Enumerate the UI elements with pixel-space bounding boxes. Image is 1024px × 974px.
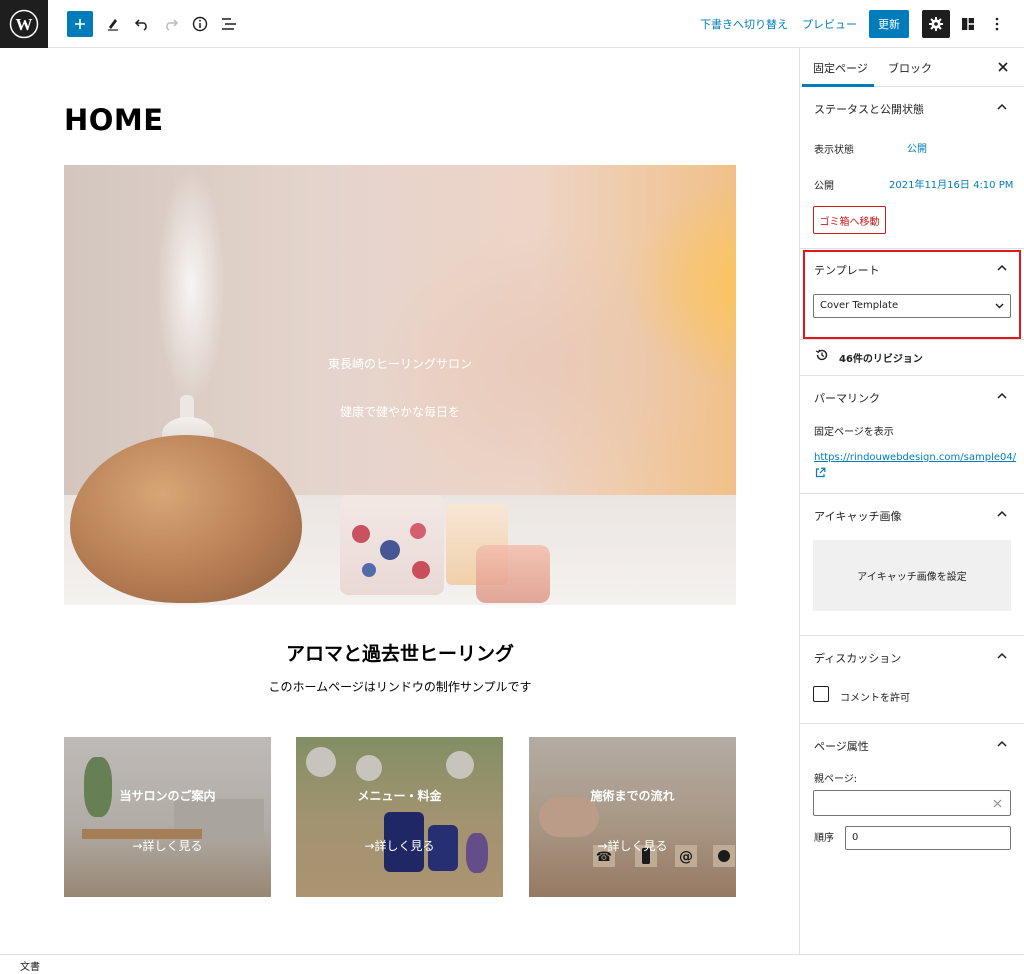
details-info-icon[interactable] <box>186 10 214 38</box>
clear-icon[interactable] <box>993 799 1002 808</box>
settings-gear-icon[interactable] <box>922 10 950 38</box>
add-block-button[interactable] <box>67 11 93 37</box>
divider <box>800 375 1024 376</box>
view-page-label: 固定ページを表示 <box>814 427 894 438</box>
revisions-link[interactable]: 46件のリビジョン <box>839 350 923 365</box>
wordpress-logo-icon[interactable]: W <box>0 0 48 48</box>
template-highlight-frame <box>803 250 1021 339</box>
divider <box>800 248 1024 249</box>
tab-block[interactable]: ブロック <box>888 60 932 76</box>
featured-image-panel-title[interactable]: アイキャッチ画像 <box>814 508 901 524</box>
order-input[interactable]: 0 <box>845 826 1011 850</box>
publish-label: 公開 <box>814 181 834 192</box>
card-link[interactable]: →詳しく見る <box>529 837 736 854</box>
settings-sidebar: 固定ページ ブロック ステータスと公開状態 表示状態 公開 公開 2021年11… <box>799 48 1024 954</box>
more-options-icon[interactable] <box>983 10 1011 38</box>
card-shade <box>296 737 503 897</box>
card-title[interactable]: メニュー・料金 <box>296 787 503 804</box>
section-heading[interactable]: アロマと過去世ヒーリング <box>64 639 736 666</box>
publish-date-toggle[interactable]: 2021年11月16日 4:10 PM <box>889 176 1013 191</box>
parent-page-label: 親ページ: <box>814 774 858 785</box>
switch-to-draft-button[interactable]: 下書きへ切り替え <box>700 16 788 32</box>
order-label: 順序 <box>814 833 834 844</box>
chevron-up-icon[interactable] <box>996 101 1008 113</box>
page-title[interactable]: HOME <box>64 103 164 137</box>
chevron-up-icon[interactable] <box>996 650 1008 662</box>
card-treatment-flow[interactable]: ☎ @ 施術までの流れ →詳しく見る <box>529 737 736 897</box>
divider <box>800 493 1024 494</box>
allow-comments-checkbox[interactable] <box>813 686 829 702</box>
card-link[interactable]: →詳しく見る <box>64 837 271 854</box>
discussion-panel-title[interactable]: ディスカッション <box>814 650 901 666</box>
visibility-label: 表示状態 <box>814 145 854 156</box>
cover-line-2[interactable]: 健康で健やかな毎日を <box>64 403 736 420</box>
permalink-url[interactable]: https://rindouwebdesign.com/sample04/ <box>814 452 1016 463</box>
tools-pencil-icon[interactable] <box>99 10 127 38</box>
parent-page-input[interactable] <box>813 790 1011 816</box>
divider <box>800 635 1024 636</box>
active-tab-indicator <box>802 84 874 87</box>
breadcrumb[interactable]: 文書 <box>20 958 40 973</box>
card-shade <box>64 737 271 897</box>
block-layout-icon[interactable] <box>954 10 982 38</box>
card-title[interactable]: 施術までの流れ <box>529 787 736 804</box>
editor-canvas[interactable]: HOME 東長崎のヒーリングサロン 健康で健やかな毎日を アロマと過去世ヒーリン… <box>0 48 799 954</box>
order-value: 0 <box>852 832 859 843</box>
card-salon-info[interactable]: 当サロンのご案内 →詳しく見る <box>64 737 271 897</box>
preview-button[interactable]: プレビュー <box>802 16 857 32</box>
external-link-icon[interactable] <box>815 467 826 478</box>
card-menu-price[interactable]: メニュー・料金 →詳しく見る <box>296 737 503 897</box>
editor-footer: 文書 <box>0 954 1024 974</box>
sidebar-tabs: 固定ページ ブロック <box>800 48 1024 87</box>
set-featured-image-button[interactable]: アイキャッチ画像を設定 <box>813 540 1011 611</box>
chevron-up-icon[interactable] <box>996 390 1008 402</box>
chevron-up-icon[interactable] <box>996 508 1008 520</box>
tab-page[interactable]: 固定ページ <box>813 60 868 76</box>
close-icon[interactable] <box>994 58 1012 76</box>
list-view-icon[interactable] <box>215 10 243 38</box>
cover-overlay <box>64 165 736 605</box>
cover-block[interactable]: 東長崎のヒーリングサロン 健康で健やかな毎日を <box>64 165 736 605</box>
visibility-toggle[interactable]: 公開 <box>907 140 927 155</box>
card-link[interactable]: →詳しく見る <box>296 837 503 854</box>
undo-icon[interactable] <box>128 10 156 38</box>
chevron-up-icon[interactable] <box>996 738 1008 750</box>
update-button[interactable]: 更新 <box>869 10 909 38</box>
card-title[interactable]: 当サロンのご案内 <box>64 787 271 804</box>
allow-comments-label[interactable]: コメントを許可 <box>840 689 910 704</box>
card-shade <box>529 737 736 897</box>
revisions-clock-icon[interactable] <box>815 348 829 362</box>
svg-text:W: W <box>16 15 33 34</box>
redo-icon[interactable] <box>157 10 185 38</box>
cover-line-1[interactable]: 東長崎のヒーリングサロン <box>64 355 736 372</box>
section-subheading[interactable]: このホームページはリンドウの制作サンプルです <box>64 678 736 695</box>
editor-header: W 下書きへ切り替え プレビュー 更新 <box>0 0 1024 48</box>
divider <box>800 723 1024 724</box>
page-attributes-panel-title[interactable]: ページ属性 <box>814 738 869 754</box>
divider <box>800 339 1024 340</box>
permalink-panel-title[interactable]: パーマリンク <box>814 390 880 406</box>
status-panel-title[interactable]: ステータスと公開状態 <box>814 101 924 117</box>
move-to-trash-button[interactable]: ゴミ箱へ移動 <box>813 206 886 234</box>
